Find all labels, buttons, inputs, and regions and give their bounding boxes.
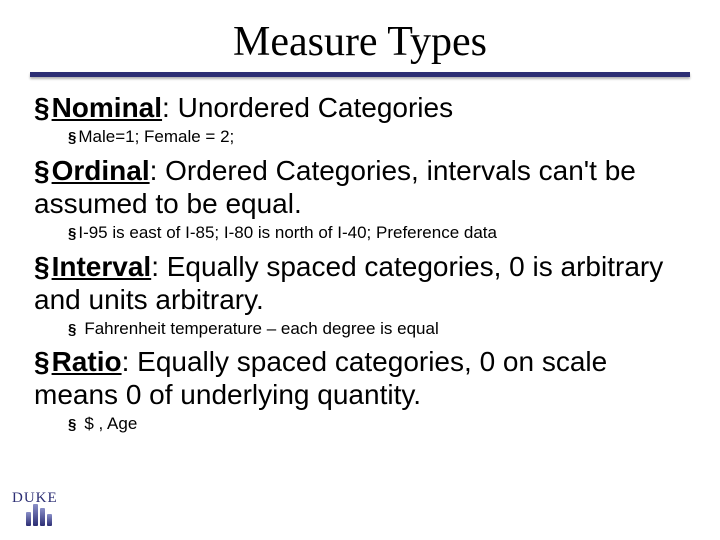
list-item: §Interval: Equally spaced categories, 0 … — [34, 250, 686, 340]
slide: Measure Types §Nominal: Unordered Catego… — [0, 0, 720, 540]
title-divider — [30, 72, 690, 77]
slide-title: Measure Types — [30, 18, 690, 66]
item-sub: §Male=1; Female = 2; — [34, 126, 686, 148]
bullet-icon: § — [34, 155, 50, 186]
item-main: §Ordinal: Ordered Categories, intervals … — [34, 154, 686, 220]
list-item: §Nominal: Unordered Categories §Male=1; … — [34, 91, 686, 148]
list-item: §Ratio: Equally spaced categories, 0 on … — [34, 345, 686, 435]
item-term: Ratio — [52, 346, 122, 377]
bullet-icon: § — [68, 321, 76, 338]
bullet-icon: § — [34, 92, 50, 123]
item-sub: § $ , Age — [34, 413, 686, 435]
logo: DUKE — [6, 488, 76, 532]
bullet-icon: § — [34, 251, 50, 282]
list-item: §Ordinal: Ordered Categories, intervals … — [34, 154, 686, 244]
item-sub-text: Fahrenheit temperature – each degree is … — [84, 319, 438, 338]
item-term: Interval — [52, 251, 152, 282]
item-main: §Ratio: Equally spaced categories, 0 on … — [34, 345, 686, 411]
bullet-icon: § — [68, 129, 76, 146]
item-term: Nominal — [52, 92, 162, 123]
item-sub: § Fahrenheit temperature – each degree is… — [34, 318, 686, 340]
bullet-icon: § — [68, 225, 76, 242]
logo-bars-icon — [26, 504, 52, 526]
bullet-icon: § — [34, 346, 50, 377]
item-main: §Nominal: Unordered Categories — [34, 91, 686, 124]
item-sub-text: Male=1; Female = 2; — [78, 127, 234, 146]
content-area: §Nominal: Unordered Categories §Male=1; … — [30, 91, 690, 435]
item-sub: §I-95 is east of I-85; I-80 is north of … — [34, 222, 686, 244]
item-main: §Interval: Equally spaced categories, 0 … — [34, 250, 686, 316]
item-sub-text: I-95 is east of I-85; I-80 is north of I… — [78, 223, 497, 242]
item-sub-text: $ , Age — [84, 414, 137, 433]
bullet-icon: § — [68, 416, 76, 433]
item-desc: : Unordered Categories — [162, 92, 453, 123]
item-term: Ordinal — [52, 155, 150, 186]
